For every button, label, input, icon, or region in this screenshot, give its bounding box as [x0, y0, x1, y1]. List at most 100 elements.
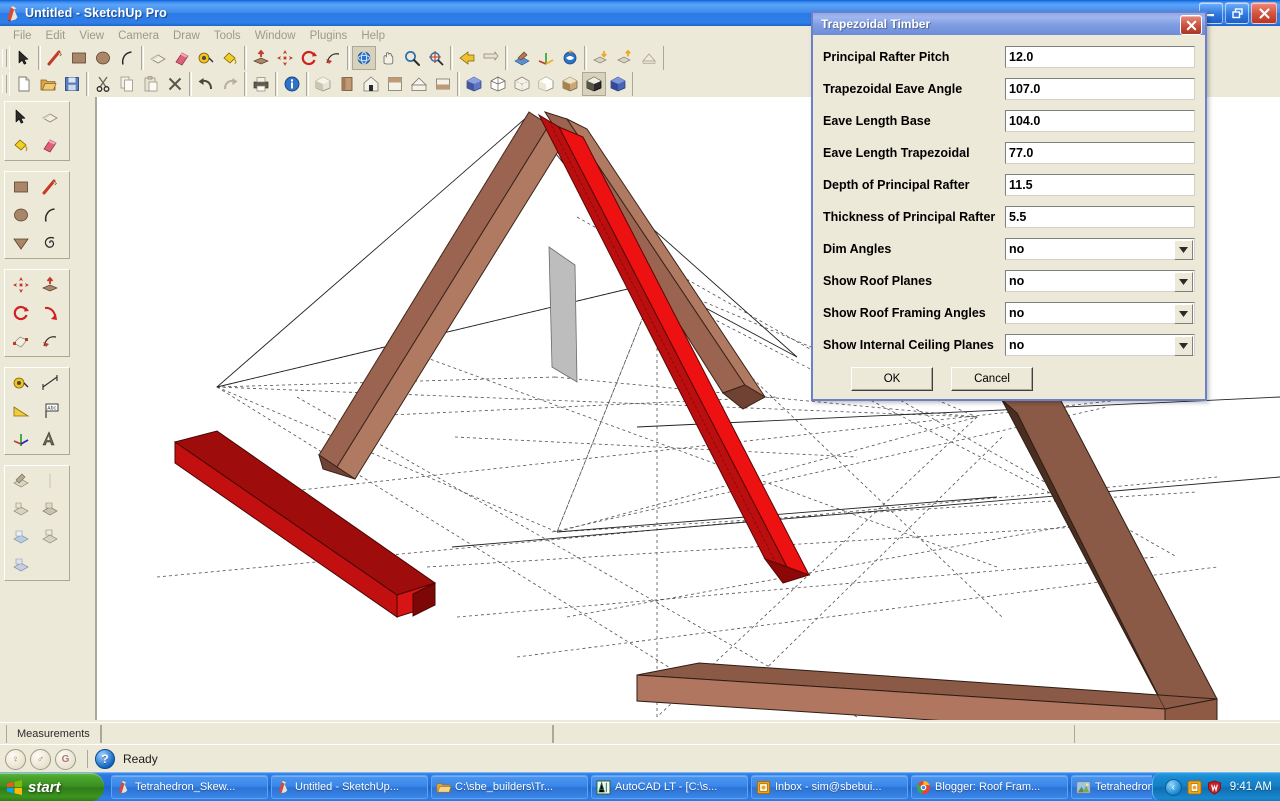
rectangle-tool[interactable]	[67, 46, 91, 70]
shaded-style-button[interactable]	[534, 72, 558, 96]
menu-camera[interactable]: Camera	[111, 29, 166, 43]
circle-tool[interactable]	[6, 201, 35, 229]
taskbar-item-4[interactable]: Inbox - sim@sbebui...	[751, 775, 908, 799]
dimension-tool[interactable]	[35, 369, 64, 397]
next-view-tool[interactable]	[479, 46, 503, 70]
offset-tool[interactable]	[35, 327, 64, 355]
copy-button[interactable]	[115, 72, 139, 96]
input-thickness-of-principal-rafter[interactable]: 5.5	[1005, 206, 1195, 228]
zoom-extents-tool[interactable]	[424, 46, 448, 70]
line-tool[interactable]	[35, 173, 64, 201]
menu-draw[interactable]: Draw	[166, 29, 207, 43]
pan-tool[interactable]	[6, 551, 35, 579]
menu-tools[interactable]: Tools	[207, 29, 248, 43]
section-plane-tool[interactable]	[6, 467, 35, 495]
look-around-tool[interactable]	[35, 495, 64, 523]
previous-view-tool[interactable]	[455, 46, 479, 70]
save-file-button[interactable]	[60, 72, 84, 96]
paint-bucket-tool[interactable]	[218, 46, 242, 70]
move-tool[interactable]	[273, 46, 297, 70]
menu-edit[interactable]: Edit	[39, 29, 73, 43]
close-button[interactable]	[1251, 2, 1277, 24]
top-view-button[interactable]	[431, 72, 455, 96]
eraser-tool[interactable]	[35, 131, 64, 159]
eraser-tool[interactable]	[170, 46, 194, 70]
hidden-line-style-button[interactable]	[510, 72, 534, 96]
taskbar-item-3[interactable]: AutoCAD LT - [C:\s...	[591, 775, 748, 799]
model-info-button[interactable]	[280, 72, 304, 96]
menu-view[interactable]: View	[72, 29, 111, 43]
tray-expand-icon[interactable]: ‹	[1164, 778, 1182, 796]
axes-tool[interactable]	[534, 46, 558, 70]
rectangle-tool[interactable]	[6, 173, 35, 201]
undo-button[interactable]	[194, 72, 218, 96]
credits-button[interactable]: ♂	[30, 748, 51, 770]
line-tool[interactable]	[43, 46, 67, 70]
select-dim-angles[interactable]: no	[1005, 238, 1195, 260]
chevron-down-icon[interactable]	[1174, 304, 1193, 324]
measurements-input[interactable]	[100, 725, 553, 743]
cut-button[interactable]	[91, 72, 115, 96]
menu-window[interactable]: Window	[248, 29, 303, 43]
push-pull-tool[interactable]	[35, 271, 64, 299]
taskbar-item-6[interactable]: Tetrahedron_Skew...	[1071, 775, 1152, 799]
text-tool[interactable]: Abc	[35, 397, 64, 425]
input-depth-of-principal-rafter[interactable]: 11.5	[1005, 174, 1195, 196]
circle-tool[interactable]	[91, 46, 115, 70]
make-component-tool[interactable]	[146, 46, 170, 70]
follow-me-tool[interactable]	[35, 299, 64, 327]
get-models-tool[interactable]	[589, 46, 613, 70]
rotate-tool[interactable]	[297, 46, 321, 70]
protractor-tool[interactable]	[6, 397, 35, 425]
walkthrough-tool[interactable]	[6, 495, 35, 523]
iso-view-button[interactable]	[311, 72, 335, 96]
scale-tool[interactable]	[6, 327, 35, 355]
3d-text-tool[interactable]	[35, 425, 64, 453]
chevron-down-icon[interactable]	[1174, 240, 1193, 260]
cancel-button[interactable]: Cancel	[951, 367, 1033, 391]
axes-tool[interactable]	[6, 425, 35, 453]
tray-shield-icon[interactable]	[1207, 779, 1222, 795]
taskbar-item-2[interactable]: C:\sbe_builders\Tr...	[431, 775, 588, 799]
delete-button[interactable]	[163, 72, 187, 96]
monochrome-style-button[interactable]	[582, 72, 606, 96]
follow-me-tool[interactable]	[321, 46, 345, 70]
google-button[interactable]: G	[55, 748, 76, 770]
move-tool[interactable]	[6, 271, 35, 299]
menu-plugins[interactable]: Plugins	[303, 29, 355, 43]
back-edges-style-button[interactable]	[606, 72, 630, 96]
paste-button[interactable]	[139, 72, 163, 96]
maximize-button[interactable]	[1225, 2, 1249, 24]
select-show-internal-ceiling-planes[interactable]: no	[1005, 334, 1195, 356]
zoom-tool[interactable]	[400, 46, 424, 70]
new-file-button[interactable]	[12, 72, 36, 96]
front-view-button[interactable]	[335, 72, 359, 96]
rotate-tool[interactable]	[6, 299, 35, 327]
wireframe-style-button[interactable]	[486, 72, 510, 96]
make-component-tool[interactable]	[35, 103, 64, 131]
taskbar-item-5[interactable]: Blogger: Roof Fram...	[911, 775, 1068, 799]
section-plane-tool[interactable]	[510, 46, 534, 70]
share-model-tool[interactable]	[613, 46, 637, 70]
help-icon[interactable]: ?	[95, 749, 115, 769]
tape-measure-tool[interactable]	[194, 46, 218, 70]
pan-tool[interactable]	[376, 46, 400, 70]
orbit-tool[interactable]	[352, 46, 376, 70]
right-view-button[interactable]	[359, 72, 383, 96]
shaded-texture-style-button[interactable]	[558, 72, 582, 96]
paint-bucket-tool[interactable]	[6, 131, 35, 159]
measurements-extra-field[interactable]	[552, 725, 1075, 743]
select-show-roof-planes[interactable]: no	[1005, 270, 1195, 292]
left-view-button[interactable]	[407, 72, 431, 96]
print-button[interactable]	[249, 72, 273, 96]
xray-style-button[interactable]	[462, 72, 486, 96]
tape-measure-tool[interactable]	[6, 369, 35, 397]
push-pull-tool[interactable]	[249, 46, 273, 70]
orbit-tool[interactable]	[35, 523, 64, 551]
redo-button[interactable]	[218, 72, 242, 96]
input-eave-length-trapezoidal[interactable]: 77.0	[1005, 142, 1195, 164]
select-tool[interactable]	[12, 46, 36, 70]
arc-tool[interactable]	[115, 46, 139, 70]
toolbar-grip[interactable]	[2, 75, 7, 93]
taskbar-item-1[interactable]: Untitled - SketchUp...	[271, 775, 428, 799]
